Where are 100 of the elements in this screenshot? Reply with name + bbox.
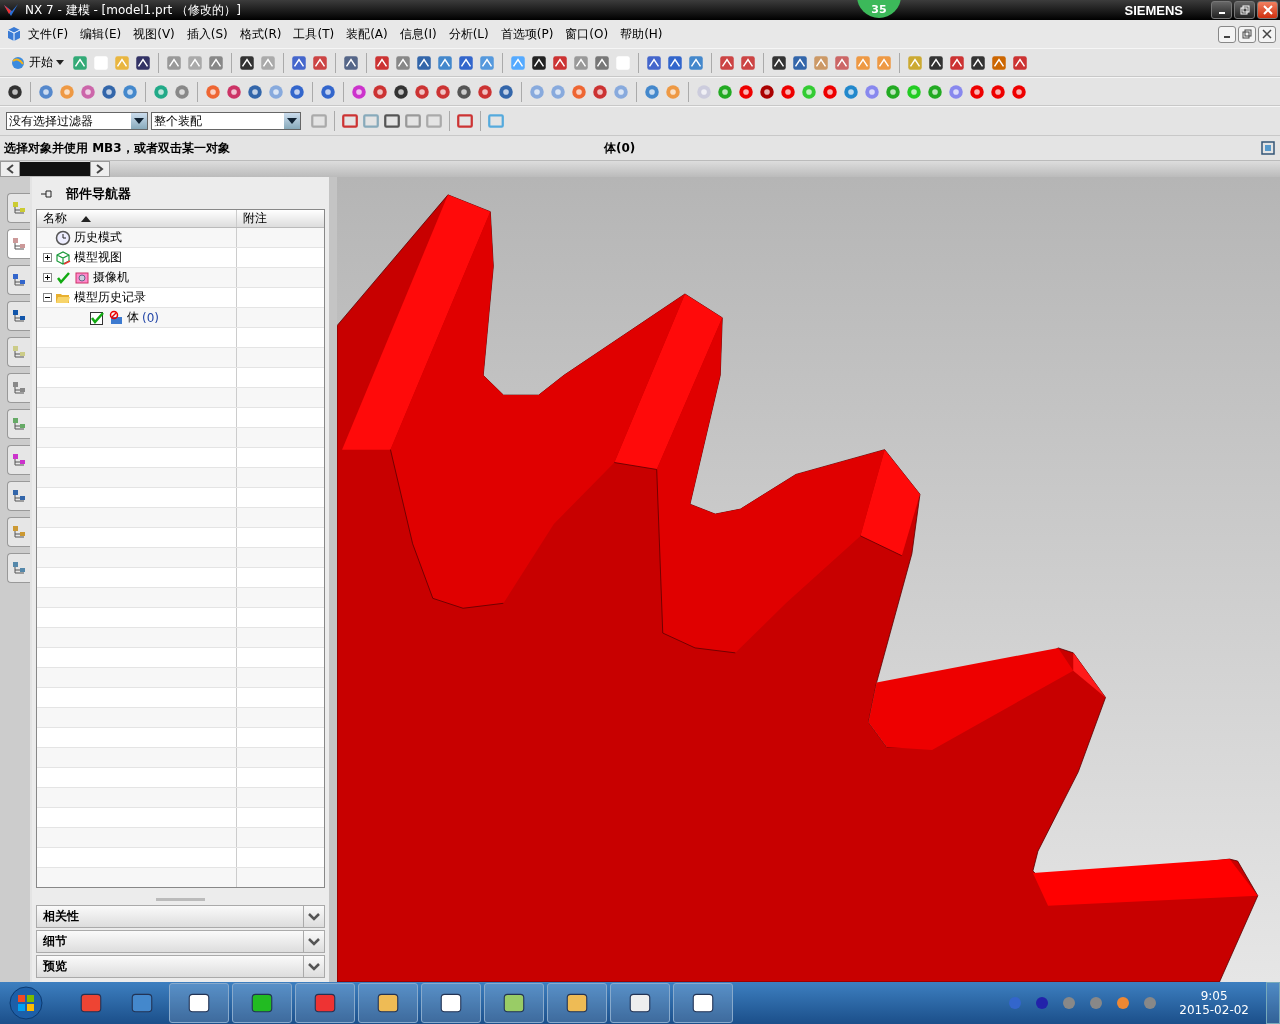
tree-item-label[interactable]: 历史模式 xyxy=(74,229,122,246)
notification-badge: 35 xyxy=(857,0,901,18)
taskbar-button[interactable] xyxy=(232,983,292,1023)
column-header[interactable]: 附注 xyxy=(237,210,324,227)
resource-tab[interactable] xyxy=(7,229,30,259)
scroll-left-button[interactable] xyxy=(0,161,20,177)
caret-icon xyxy=(134,118,144,124)
tree-item-label[interactable]: 摄像机 xyxy=(93,269,129,286)
restore-button[interactable] xyxy=(1238,25,1256,43)
tree-diagram-icon xyxy=(11,488,27,504)
tray-icon[interactable] xyxy=(1115,995,1132,1011)
clock-date: 2015-02-02 xyxy=(1179,1003,1249,1017)
tree-diagram-icon xyxy=(11,560,27,576)
collapsible-panel-header[interactable]: 预览 xyxy=(36,955,325,978)
taskbar-button[interactable] xyxy=(295,983,355,1023)
taskbar-button[interactable] xyxy=(673,983,733,1023)
window-title: NX 7 - 建模 - [model1.prt （修改的）] xyxy=(25,1,241,19)
clock-time: 9:05 xyxy=(1200,989,1228,1003)
tree-diagram-icon xyxy=(11,452,27,468)
tree-item-label[interactable]: 模型历史记录 xyxy=(74,289,146,306)
menu-item[interactable]: 格式(R) xyxy=(233,25,288,43)
minimize-icon xyxy=(1218,12,1225,14)
collapsible-panel-header[interactable]: 细节 xyxy=(36,930,325,953)
collapse-toggle[interactable] xyxy=(43,293,52,302)
item-count: (0) xyxy=(142,310,159,325)
menu-item[interactable]: 视图(V) xyxy=(127,25,181,43)
menu-item[interactable]: 工具(T) xyxy=(287,25,341,43)
toolbar-icon[interactable] xyxy=(134,53,152,72)
start-orb-icon[interactable] xyxy=(8,985,44,1021)
expand-toggle[interactable] xyxy=(43,273,52,282)
selection-filter-dropdown[interactable]: 没有选择过滤器 xyxy=(6,112,148,130)
tray-icon[interactable] xyxy=(1061,995,1078,1011)
close-button[interactable] xyxy=(1258,25,1276,43)
cube-icon xyxy=(6,26,22,42)
solid-body-icon xyxy=(108,309,124,326)
app-logo-icon xyxy=(3,2,19,18)
tree-diagram-icon xyxy=(11,416,27,432)
toolbar-icon[interactable] xyxy=(969,53,987,72)
toolbar-icon[interactable] xyxy=(927,53,945,72)
restore-button[interactable] xyxy=(1234,1,1255,19)
menu-item[interactable]: 编辑(E) xyxy=(74,25,128,43)
toolbar-icon[interactable] xyxy=(392,82,410,101)
taskbar-button[interactable] xyxy=(421,983,481,1023)
tree-item-label[interactable]: 体 xyxy=(127,309,139,326)
menu-item[interactable]: 首选项(P) xyxy=(494,25,560,43)
column-header[interactable]: 名称 xyxy=(37,210,237,227)
resource-tab[interactable] xyxy=(7,445,30,475)
scroll-right-button[interactable] xyxy=(90,161,110,177)
checkbox[interactable] xyxy=(89,309,105,326)
menu-item[interactable]: 装配(A) xyxy=(340,25,394,43)
close-icon xyxy=(1262,29,1272,39)
assembly-scope-dropdown[interactable]: 整个装配 xyxy=(151,112,301,130)
tree-diagram-icon xyxy=(11,308,27,324)
pin-icon[interactable] xyxy=(40,189,54,199)
tray-icon[interactable] xyxy=(1034,995,1051,1011)
chevron-left-icon xyxy=(6,164,14,174)
toolbar-icon[interactable] xyxy=(238,53,256,72)
resource-tab[interactable] xyxy=(7,553,30,583)
taskbar-button[interactable] xyxy=(547,983,607,1023)
selection-count: 体(0) xyxy=(604,139,636,157)
taskbar-button[interactable] xyxy=(169,983,229,1023)
menu-item[interactable]: 信息(I) xyxy=(393,25,443,43)
toolbar-icon[interactable] xyxy=(758,82,776,101)
toolbar-icon[interactable] xyxy=(6,82,24,101)
tray-icon[interactable] xyxy=(1088,995,1105,1011)
menu-item[interactable]: 帮助(H) xyxy=(614,25,669,43)
close-icon xyxy=(1262,5,1273,15)
collapsible-panel-header[interactable]: 相关性 xyxy=(36,905,325,928)
menu-item[interactable]: 分析(L) xyxy=(442,25,495,43)
restore-icon xyxy=(1242,29,1252,39)
minimize-button[interactable] xyxy=(1218,25,1236,43)
tree-diagram-icon xyxy=(11,200,27,216)
resource-tab[interactable] xyxy=(7,373,30,403)
toolbar-icon[interactable] xyxy=(530,53,548,72)
start-button[interactable]: 开始 xyxy=(6,54,68,71)
minimize-button[interactable] xyxy=(1211,1,1232,19)
expand-toggle[interactable] xyxy=(43,253,52,262)
resource-tab[interactable] xyxy=(7,265,30,295)
taskbar-button[interactable] xyxy=(610,983,670,1023)
brand-label: SIEMENS xyxy=(1124,2,1183,18)
panel-title: 部件导航器 xyxy=(66,185,131,203)
close-button[interactable] xyxy=(1257,1,1278,19)
menu-item[interactable]: 窗口(O) xyxy=(559,25,615,43)
show-desktop-button[interactable] xyxy=(1266,982,1280,1024)
wireframe-cube-icon xyxy=(55,249,71,266)
tree-diagram-icon xyxy=(11,236,27,252)
toolbar-icon[interactable] xyxy=(770,53,788,72)
tray-icon[interactable] xyxy=(1142,995,1159,1011)
taskbar-button[interactable] xyxy=(484,983,544,1023)
tree-diagram-icon xyxy=(11,344,27,360)
tree-item-label[interactable]: 模型视图 xyxy=(74,249,122,266)
menu-item[interactable]: 文件(F) xyxy=(22,25,75,43)
minimize-icon xyxy=(1224,36,1230,38)
start-logo-icon xyxy=(10,54,26,71)
fit-view-icon[interactable] xyxy=(1260,140,1276,156)
resource-tab[interactable] xyxy=(7,481,30,511)
resource-tab[interactable] xyxy=(7,301,30,331)
taskbar-button[interactable] xyxy=(358,983,418,1023)
menu-item[interactable]: 插入(S) xyxy=(180,25,234,43)
chevron-right-icon xyxy=(96,164,104,174)
